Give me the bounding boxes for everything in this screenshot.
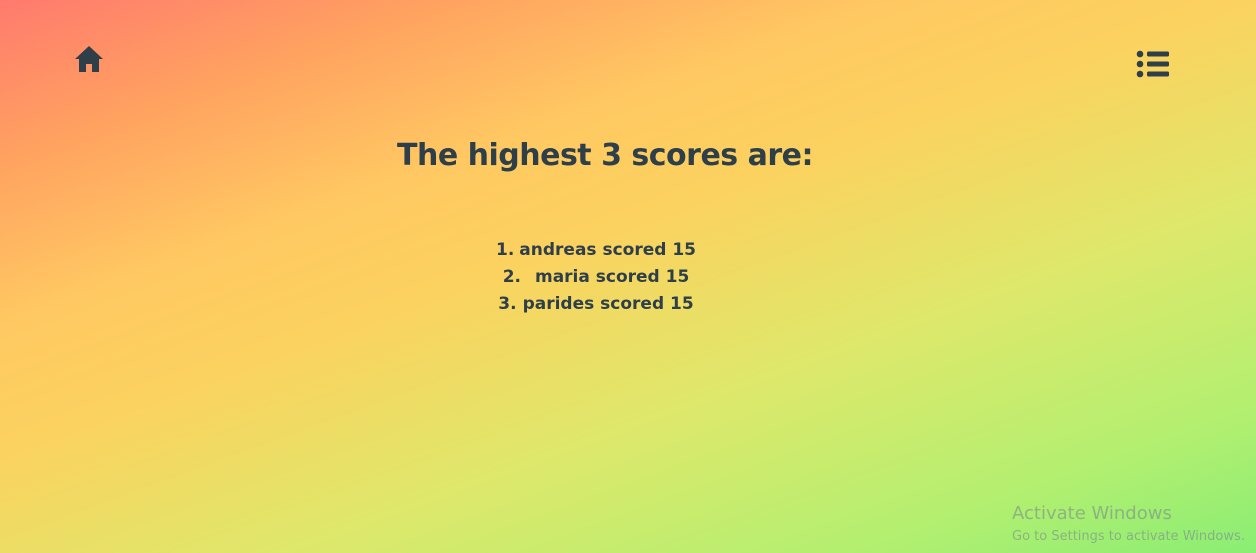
score-text: maria scored 15 — [534, 267, 690, 287]
list-item: 2. maria scored 15 — [0, 264, 1192, 291]
watermark-title: Activate Windows — [1012, 503, 1172, 524]
list-item: 3. parides scored 15 — [0, 291, 1192, 318]
rank-number: 3. — [498, 294, 517, 314]
activation-watermark: Activate Windows Go to Settings to activ… — [1012, 503, 1245, 546]
list-menu-icon — [1136, 50, 1169, 78]
menu-button[interactable] — [1136, 50, 1170, 80]
rank-number: 1. — [496, 240, 515, 260]
rank-number: 2. — [502, 267, 521, 287]
list-item: 1. andreas scored 15 — [0, 237, 1192, 264]
home-button[interactable] — [74, 45, 104, 73]
home-icon — [75, 46, 103, 72]
watermark-subtitle: Go to Settings to activate Windows. — [1012, 529, 1245, 544]
score-text: parides scored 15 — [522, 294, 694, 314]
score-text: andreas scored 15 — [519, 240, 696, 260]
page-heading: The highest 3 scores are: — [397, 138, 813, 173]
score-list: 1. andreas scored 15 2. maria scored 15 3.… — [0, 237, 1192, 318]
